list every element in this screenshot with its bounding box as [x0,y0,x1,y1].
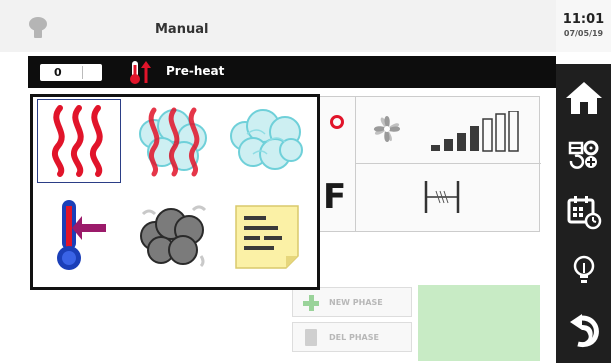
smoke-icon [140,205,207,268]
clock: 11:01 07/05/19 [556,0,611,52]
oven-control-screen: Manual 11:01 07/05/19 0 Pre-heat F NEW P… [0,0,611,363]
fan-icon[interactable] [365,107,409,151]
phase-counter[interactable]: 0 [40,64,102,81]
home-icon [565,82,602,114]
settings-tools-icon [568,140,598,169]
calendar-clock-icon [567,196,601,230]
light-button[interactable] [556,244,611,296]
option-smoke[interactable] [131,193,215,277]
new-phase-label: NEW PHASE [329,298,383,307]
calendar-button[interactable] [556,186,611,238]
home-button[interactable] [556,72,611,124]
delete-phase-label: DEL PHASE [329,333,379,342]
trash-icon [305,329,317,346]
option-convection[interactable] [37,99,121,183]
notes-icon [235,205,299,269]
temperature-unit[interactable]: F [323,177,346,217]
option-notes[interactable] [225,193,309,277]
phase-bar: 0 Pre-heat [28,56,556,88]
steam-icon [230,109,303,170]
start-button[interactable] [418,285,540,361]
chef-hat-icon[interactable] [28,16,48,40]
counter-divider [82,66,83,79]
fan-speed-level-icon[interactable] [429,111,533,155]
option-probe[interactable] [37,193,121,277]
convection-heat-icon [51,105,103,177]
clock-date: 07/05/19 [563,29,604,38]
back-button[interactable] [556,302,611,354]
back-arrow-icon [569,314,599,348]
delete-phase-button[interactable]: DEL PHASE [292,322,412,352]
new-phase-button[interactable]: NEW PHASE [292,287,412,317]
parameter-panel: F [318,96,541,232]
damper-icon[interactable] [422,177,462,217]
panel-divider-horizontal [355,163,541,164]
right-dock [556,64,611,363]
clock-time: 11:01 [562,12,605,27]
cooking-mode-popup [30,94,320,290]
panel-divider-vertical [355,97,356,231]
page-title: Manual [155,22,209,37]
thermometer-up-icon [130,61,151,84]
option-steam[interactable] [225,99,309,183]
plus-icon [303,295,319,311]
top-bar: Manual [0,0,556,52]
probe-temperature-icon [57,200,106,270]
degree-symbol [330,115,344,129]
phase-counter-value: 0 [54,66,62,79]
combi-heat-steam-icon [139,107,207,177]
option-combi[interactable] [131,99,215,183]
settings-tools-button[interactable] [556,128,611,180]
phase-label: Pre-heat [166,64,225,78]
lightbulb-icon [573,255,594,283]
